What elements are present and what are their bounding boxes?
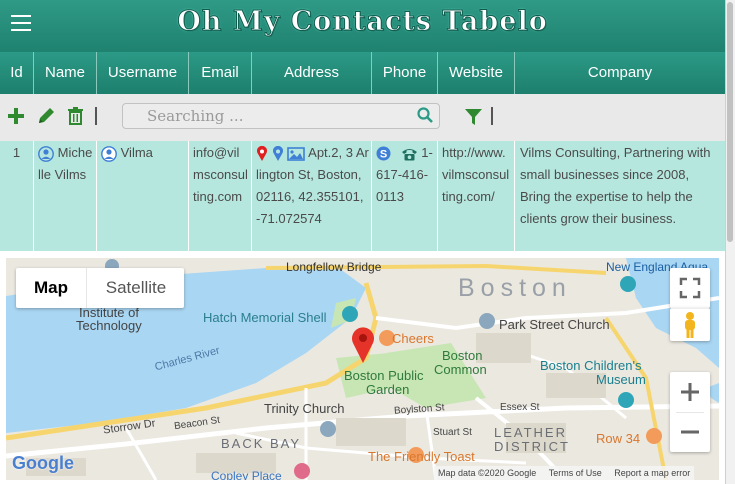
map-label: Park Street Church <box>499 317 610 332</box>
toolbar-divider <box>95 107 97 125</box>
map-footer: Map data ©2020 Google Terms of Use Repor… <box>434 466 695 480</box>
cell-id: 1 <box>0 141 34 251</box>
map-label: Boston <box>458 274 572 302</box>
column-header-phone[interactable]: Phone <box>372 52 438 94</box>
map-label: BACK BAY <box>221 436 302 451</box>
fullscreen-button[interactable] <box>670 268 710 308</box>
map-label: Museum <box>596 372 646 387</box>
top-bar: Oh My Contacts Tabelo <box>0 0 725 52</box>
phone-icon[interactable] <box>401 147 418 161</box>
pegman-button[interactable] <box>670 308 710 341</box>
cell-company: Vilms Consulting, Partnering with small … <box>515 141 725 251</box>
map-label: Essex St <box>500 402 540 413</box>
scrollbar-thumb[interactable] <box>727 2 733 242</box>
google-map[interactable]: Longfellow Bridge New England Aqua Bosto… <box>6 258 719 480</box>
map-label: Boston Children's <box>540 358 642 373</box>
cell-username: Vilma <box>97 141 189 251</box>
add-icon[interactable] <box>7 107 25 125</box>
delete-trash-icon[interactable] <box>67 106 84 125</box>
map-label: Hatch Memorial Shell <box>203 310 327 325</box>
company-value: Vilms Consulting, Partnering with small … <box>520 145 711 226</box>
skype-icon[interactable]: S <box>376 146 391 161</box>
column-header-id[interactable]: Id <box>0 52 34 94</box>
id-value: 1 <box>12 145 21 160</box>
table-row[interactable]: 1 Michelle Vilms Vilma info@vilmsconsult… <box>0 141 725 251</box>
map-label: DISTRICT <box>494 439 570 454</box>
search-input[interactable]: Searching ... <box>122 103 440 129</box>
map-label: Copley Place <box>211 469 282 480</box>
cell-name: Michelle Vilms <box>34 141 97 251</box>
column-header-company[interactable]: Company <box>515 52 725 94</box>
contacts-app: Oh My Contacts Tabelo Id Name Username E… <box>0 0 726 484</box>
cell-website: http://www.vilmsconsulting.com/ <box>438 141 515 251</box>
map-type-control: Map Satellite <box>16 268 184 308</box>
table-header: Id Name Username Email Address Phone Web… <box>0 52 725 94</box>
map-label: Row 34 <box>596 431 641 446</box>
map-label: Boston Public <box>344 368 424 383</box>
map-label: Cheers <box>392 331 434 346</box>
map-type-satellite-button[interactable]: Satellite <box>86 268 185 308</box>
column-header-email[interactable]: Email <box>189 52 252 94</box>
map-label: Common <box>434 362 487 377</box>
username-value: Vilma <box>120 145 153 160</box>
terms-link[interactable]: Terms of Use <box>549 468 602 478</box>
svg-text:S: S <box>380 149 387 161</box>
image-icon[interactable] <box>287 146 306 161</box>
pegman-icon <box>685 312 695 338</box>
edit-pencil-icon[interactable] <box>37 106 56 125</box>
map-data-attribution: Map data ©2020 Google <box>438 468 537 478</box>
google-logo: Google <box>12 453 74 473</box>
toolbar: Searching ... <box>0 94 725 141</box>
map-label: LEATHER <box>494 425 567 440</box>
filter-icon[interactable] <box>465 109 482 125</box>
website-value[interactable]: http://www.vilmsconsulting.com/ <box>442 145 509 204</box>
report-error-link[interactable]: Report a map error <box>614 468 690 478</box>
search-icon[interactable] <box>417 107 433 123</box>
user-circle-icon <box>38 145 54 162</box>
search-placeholder: Searching ... <box>147 107 244 125</box>
map-label: Longfellow Bridge <box>286 260 382 274</box>
map-label: Garden <box>366 382 410 397</box>
cell-email: info@vilmsconsulting.com <box>189 141 252 251</box>
column-header-website[interactable]: Website <box>438 52 515 94</box>
zoom-out-icon[interactable] <box>670 412 710 452</box>
map-label: Boston <box>442 348 483 363</box>
fullscreen-icon <box>679 277 701 299</box>
map-marker-red-icon[interactable] <box>256 145 268 162</box>
zoom-in-icon[interactable] <box>670 372 710 412</box>
location-pin-icon[interactable] <box>272 145 284 162</box>
zoom-control <box>670 372 710 452</box>
cell-address: Apt.2, 3 Arlington St, Boston, 02116, 42… <box>252 141 372 251</box>
map-label: Technology <box>76 318 142 333</box>
cell-phone: S 1-617-416-0113 <box>372 141 438 251</box>
map-label: The Friendly Toast <box>368 449 475 464</box>
map-type-map-button[interactable]: Map <box>16 268 86 308</box>
column-header-username[interactable]: Username <box>97 52 189 94</box>
toolbar-divider <box>491 107 493 125</box>
page-scrollbar[interactable] <box>726 0 735 484</box>
app-title: Oh My Contacts Tabelo <box>177 6 548 38</box>
column-header-name[interactable]: Name <box>34 52 97 94</box>
user-circle-icon <box>101 145 117 162</box>
map-label: Stuart St <box>433 427 472 438</box>
column-header-address[interactable]: Address <box>252 52 372 94</box>
map-label: Trinity Church <box>264 401 345 416</box>
email-value[interactable]: info@vilmsconsulting.com <box>193 145 248 204</box>
